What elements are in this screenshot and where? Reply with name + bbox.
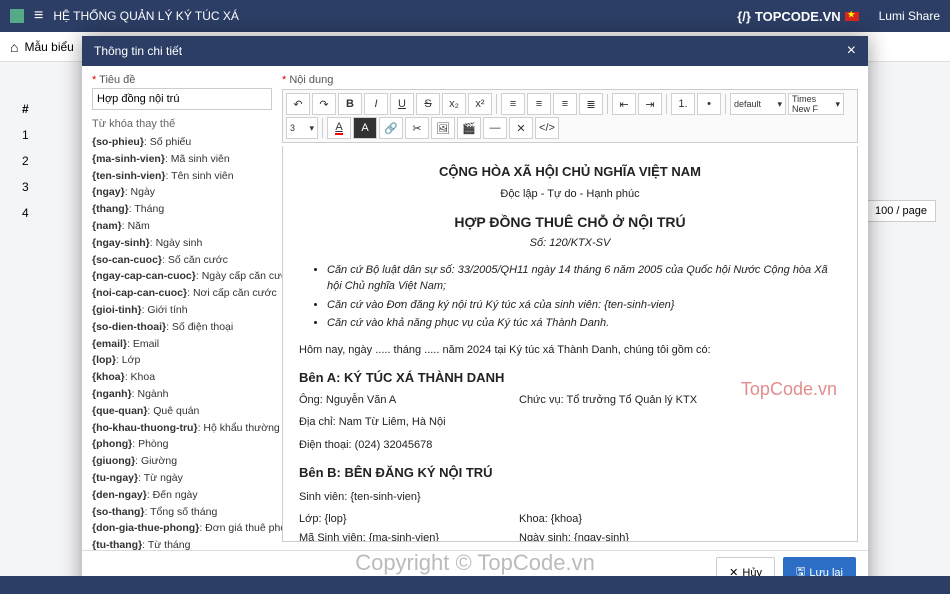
basis-item: Căn cứ Bộ luật dân sự số: 33/2005/QH11 n…: [327, 262, 841, 295]
breadcrumb: Mẫu biểu: [24, 40, 73, 54]
keyword-item: {tu-ngay}: Từ ngày: [92, 470, 272, 487]
doc-nation: CỘNG HÒA XÃ HỘI CHỦ NGHĨA VIỆT NAM: [299, 162, 841, 182]
doc-intro: Hôm nay, ngày ..... tháng ..... năm 2024…: [299, 342, 841, 359]
keyword-item: {ngay-cap-can-cuoc}: Ngày cấp căn cước: [92, 268, 272, 285]
bg-color-icon[interactable]: A: [353, 117, 377, 139]
keyword-item: {ngay}: Ngày: [92, 184, 272, 201]
link-icon[interactable]: 🔗: [379, 117, 403, 139]
flag-icon: [845, 12, 859, 21]
outdent-icon[interactable]: ⇤: [612, 93, 636, 115]
doc-number: Số: 120/KTX-SV: [299, 235, 841, 252]
user-name[interactable]: Lumi Share: [879, 9, 940, 23]
keyword-item: {so-phieu}: Số phiếu: [92, 134, 272, 151]
doc-motto: Độc lập - Tự do - Hạnh phúc: [299, 186, 841, 203]
app-logo: [10, 9, 24, 23]
align-right-icon[interactable]: ≡: [553, 93, 577, 115]
basis-item: Căn cứ vào khả năng phục vụ của Ký túc x…: [327, 315, 841, 332]
superscript-icon[interactable]: x²: [468, 93, 492, 115]
keyword-item: {email}: Email: [92, 336, 272, 353]
keyword-item: {lop}: Lớp: [92, 352, 272, 369]
keyword-item: {tu-thang}: Từ tháng: [92, 537, 272, 550]
rich-text-editor[interactable]: CỘNG HÒA XÃ HỘI CHỦ NGHĨA VIỆT NAM Độc l…: [282, 146, 858, 542]
page-size-select[interactable]: 100 / page: [866, 200, 936, 222]
keyword-item: {gioi-tinh}: Giới tính: [92, 302, 272, 319]
keyword-item: {ngay-sinh}: Ngày sinh: [92, 235, 272, 252]
ul-icon[interactable]: •: [697, 93, 721, 115]
title-label: Tiêu đề: [92, 74, 272, 86]
content-label: Nội dung: [282, 74, 858, 86]
keyword-item: {so-thang}: Tổng số tháng: [92, 504, 272, 521]
brand-badge: {/} TOPCODE.VN: [737, 9, 858, 24]
italic-icon[interactable]: I: [364, 93, 388, 115]
keyword-item: {noi-cap-can-cuoc}: Nơi cấp căn cước: [92, 285, 272, 302]
align-justify-icon[interactable]: ≣: [579, 93, 603, 115]
hamburger-icon[interactable]: ≡: [34, 7, 43, 25]
keyword-item: {ma-sinh-vien}: Mã sinh viên: [92, 151, 272, 168]
align-left-icon[interactable]: ≡: [501, 93, 525, 115]
keyword-item: {thang}: Tháng: [92, 201, 272, 218]
app-title: HỆ THỐNG QUẢN LÝ KÝ TÚC XÁ: [53, 9, 239, 23]
editor-toolbar: ↶ ↷ B I U S x₂ x² ≡ ≡ ≡ ≣ ⇤ ⇥ 1. • d: [282, 89, 858, 143]
clear-icon[interactable]: ✕: [509, 117, 533, 139]
undo-icon[interactable]: ↶: [286, 93, 310, 115]
keyword-item: {giuong}: Giường: [92, 453, 272, 470]
strike-icon[interactable]: S: [416, 93, 440, 115]
code-icon: {/}: [737, 9, 751, 24]
doc-heading: HỢP ĐỒNG THUÊ CHỖ Ở NỘI TRÚ: [299, 212, 841, 233]
image-icon[interactable]: 🖼: [431, 117, 455, 139]
font-family-select[interactable]: Times New F▾: [788, 93, 844, 115]
font-size-select[interactable]: 3▾: [286, 117, 318, 139]
underline-icon[interactable]: U: [390, 93, 414, 115]
modal-title: Thông tin chi tiết: [94, 44, 182, 58]
detail-modal: Thông tin chi tiết × Tiêu đề Từ khóa tha…: [82, 36, 868, 594]
title-input[interactable]: [92, 88, 272, 110]
form-left-column: Tiêu đề Từ khóa thay thế {so-phieu}: Số …: [82, 66, 282, 550]
party-b-heading: Bên B: BÊN ĐĂNG KÝ NỘI TRÚ: [299, 463, 841, 483]
code-icon[interactable]: </>: [535, 117, 559, 139]
redo-icon[interactable]: ↷: [312, 93, 336, 115]
subscript-icon[interactable]: x₂: [442, 93, 466, 115]
basis-item: Căn cứ vào Đơn đăng ký nội trú Ký túc xá…: [327, 297, 841, 314]
hr-icon[interactable]: —: [483, 117, 507, 139]
keyword-item: {ho-khau-thuong-tru}: Hộ khẩu thường trú: [92, 420, 272, 437]
keyword-item: {so-can-cuoc}: Số căn cước: [92, 252, 272, 269]
close-icon[interactable]: ×: [847, 42, 856, 60]
topbar: ≡ HỆ THỐNG QUẢN LÝ KÝ TÚC XÁ {/} TOPCODE…: [0, 0, 950, 32]
unlink-icon[interactable]: ✂: [405, 117, 429, 139]
doc-basis-list: Căn cứ Bộ luật dân sự số: 33/2005/QH11 n…: [327, 262, 841, 332]
keyword-item: {nganh}: Ngành: [92, 386, 272, 403]
keyword-item: {ten-sinh-vien}: Tên sinh viên: [92, 168, 272, 185]
keywords-heading: Từ khóa thay thế: [92, 118, 272, 130]
format-select[interactable]: default▾: [730, 93, 786, 115]
keyword-item: {que-quan}: Quê quán: [92, 403, 272, 420]
keyword-item: {so-dien-thoai}: Số điện thoại: [92, 319, 272, 336]
keyword-item: {phong}: Phòng: [92, 436, 272, 453]
align-center-icon[interactable]: ≡: [527, 93, 551, 115]
ol-icon[interactable]: 1.: [671, 93, 695, 115]
bold-icon[interactable]: B: [338, 93, 362, 115]
keyword-item: {den-ngay}: Đến ngày: [92, 487, 272, 504]
keyword-item: {don-gia-thue-phong}: Đơn giá thuê phòng…: [92, 520, 272, 537]
indent-icon[interactable]: ⇥: [638, 93, 662, 115]
keyword-item: {nam}: Năm: [92, 218, 272, 235]
video-icon[interactable]: 🎬: [457, 117, 481, 139]
font-color-icon[interactable]: A: [327, 117, 351, 139]
keyword-item: {khoa}: Khoa: [92, 369, 272, 386]
home-icon[interactable]: ⌂: [10, 39, 18, 55]
party-a-heading: Bên A: KÝ TÚC XÁ THÀNH DANH: [299, 368, 841, 388]
footer-bar: [0, 576, 950, 594]
